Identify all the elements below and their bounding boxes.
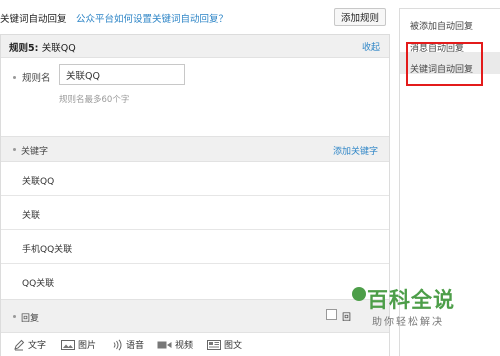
keywords-label: 关键字 bbox=[21, 147, 49, 157]
sidebar-item-follow-reply[interactable]: 被添加自动回复 bbox=[410, 19, 473, 32]
keyword-text: 手机QQ关联 bbox=[22, 245, 73, 255]
help-link[interactable]: 公众平台如何设置关键词自动回复？ bbox=[76, 11, 228, 25]
news-label: 图文 bbox=[224, 341, 243, 351]
rule-name-label: 规则名 bbox=[22, 73, 51, 84]
rule-header: 规则5: 关联QQ 收起 bbox=[1, 35, 389, 58]
reply-checkbox-label: 回 bbox=[342, 313, 352, 323]
reply-header: 回复 回 bbox=[1, 299, 389, 333]
image-reply-button[interactable]: 图片 bbox=[61, 338, 96, 351]
voice-icon bbox=[113, 338, 122, 351]
red-highlight-box bbox=[406, 42, 483, 86]
rule-panel: 规则5: 关联QQ 收起 规则名 规则名最多60个字 关键字 添加关键字 关联Q… bbox=[0, 34, 390, 356]
video-icon bbox=[157, 341, 172, 348]
rule-number: 规则5: bbox=[9, 43, 39, 54]
page-title: 关键词自动回复 bbox=[0, 14, 67, 25]
voice-reply-button[interactable]: 语音 bbox=[111, 338, 144, 351]
bullet-dot bbox=[13, 148, 16, 151]
keyword-list: 关联QQ 关联 手机QQ关联 QQ关联 bbox=[1, 162, 389, 298]
watermark-logo bbox=[352, 287, 366, 301]
keyword-text: 关联QQ bbox=[22, 177, 55, 187]
rule-name-input[interactable] bbox=[59, 64, 185, 85]
image-label: 图片 bbox=[78, 341, 97, 351]
reply-label: 回复 bbox=[21, 314, 40, 324]
watermark-subtitle: 助你轻松解决 bbox=[372, 317, 444, 328]
reply-toolbar: 文字 图片 语音 视频 图文 bbox=[1, 332, 389, 356]
watermark-title: 百科全说 bbox=[367, 288, 455, 312]
news-reply-button[interactable]: 图文 bbox=[207, 338, 242, 351]
rule-name-hint: 规则名最多60个字 bbox=[59, 95, 130, 105]
image-icon bbox=[61, 339, 75, 350]
rule-name-row: 规则名 规则名最多60个字 bbox=[1, 57, 389, 131]
reply-all-checkbox[interactable] bbox=[326, 309, 337, 320]
keyword-item[interactable]: QQ关联 bbox=[1, 264, 389, 298]
keywords-header: 关键字 添加关键字 bbox=[1, 136, 389, 162]
keyword-text: QQ关联 bbox=[22, 279, 55, 289]
rule-title-name: 关联QQ bbox=[41, 43, 76, 54]
add-rule-button[interactable]: 添加规则 bbox=[334, 8, 386, 26]
video-reply-button[interactable]: 视频 bbox=[157, 338, 193, 351]
add-keyword-link[interactable]: 添加关键字 bbox=[333, 144, 378, 157]
text-label: 文字 bbox=[28, 341, 47, 351]
collapse-link[interactable]: 收起 bbox=[362, 40, 380, 53]
bullet-dot bbox=[13, 76, 16, 79]
video-label: 视频 bbox=[175, 341, 194, 351]
keyword-text: 关联 bbox=[22, 211, 41, 221]
keyword-item[interactable]: 手机QQ关联 bbox=[1, 230, 389, 264]
news-icon bbox=[207, 339, 221, 350]
text-reply-button[interactable]: 文字 bbox=[13, 338, 46, 351]
pencil-icon bbox=[14, 339, 25, 350]
keyword-item[interactable]: 关联 bbox=[1, 196, 389, 230]
rule-title: 规则5: 关联QQ bbox=[9, 40, 76, 54]
voice-label: 语音 bbox=[126, 341, 145, 351]
bullet-dot bbox=[13, 315, 16, 318]
keyword-item[interactable]: 关联QQ bbox=[1, 162, 389, 196]
